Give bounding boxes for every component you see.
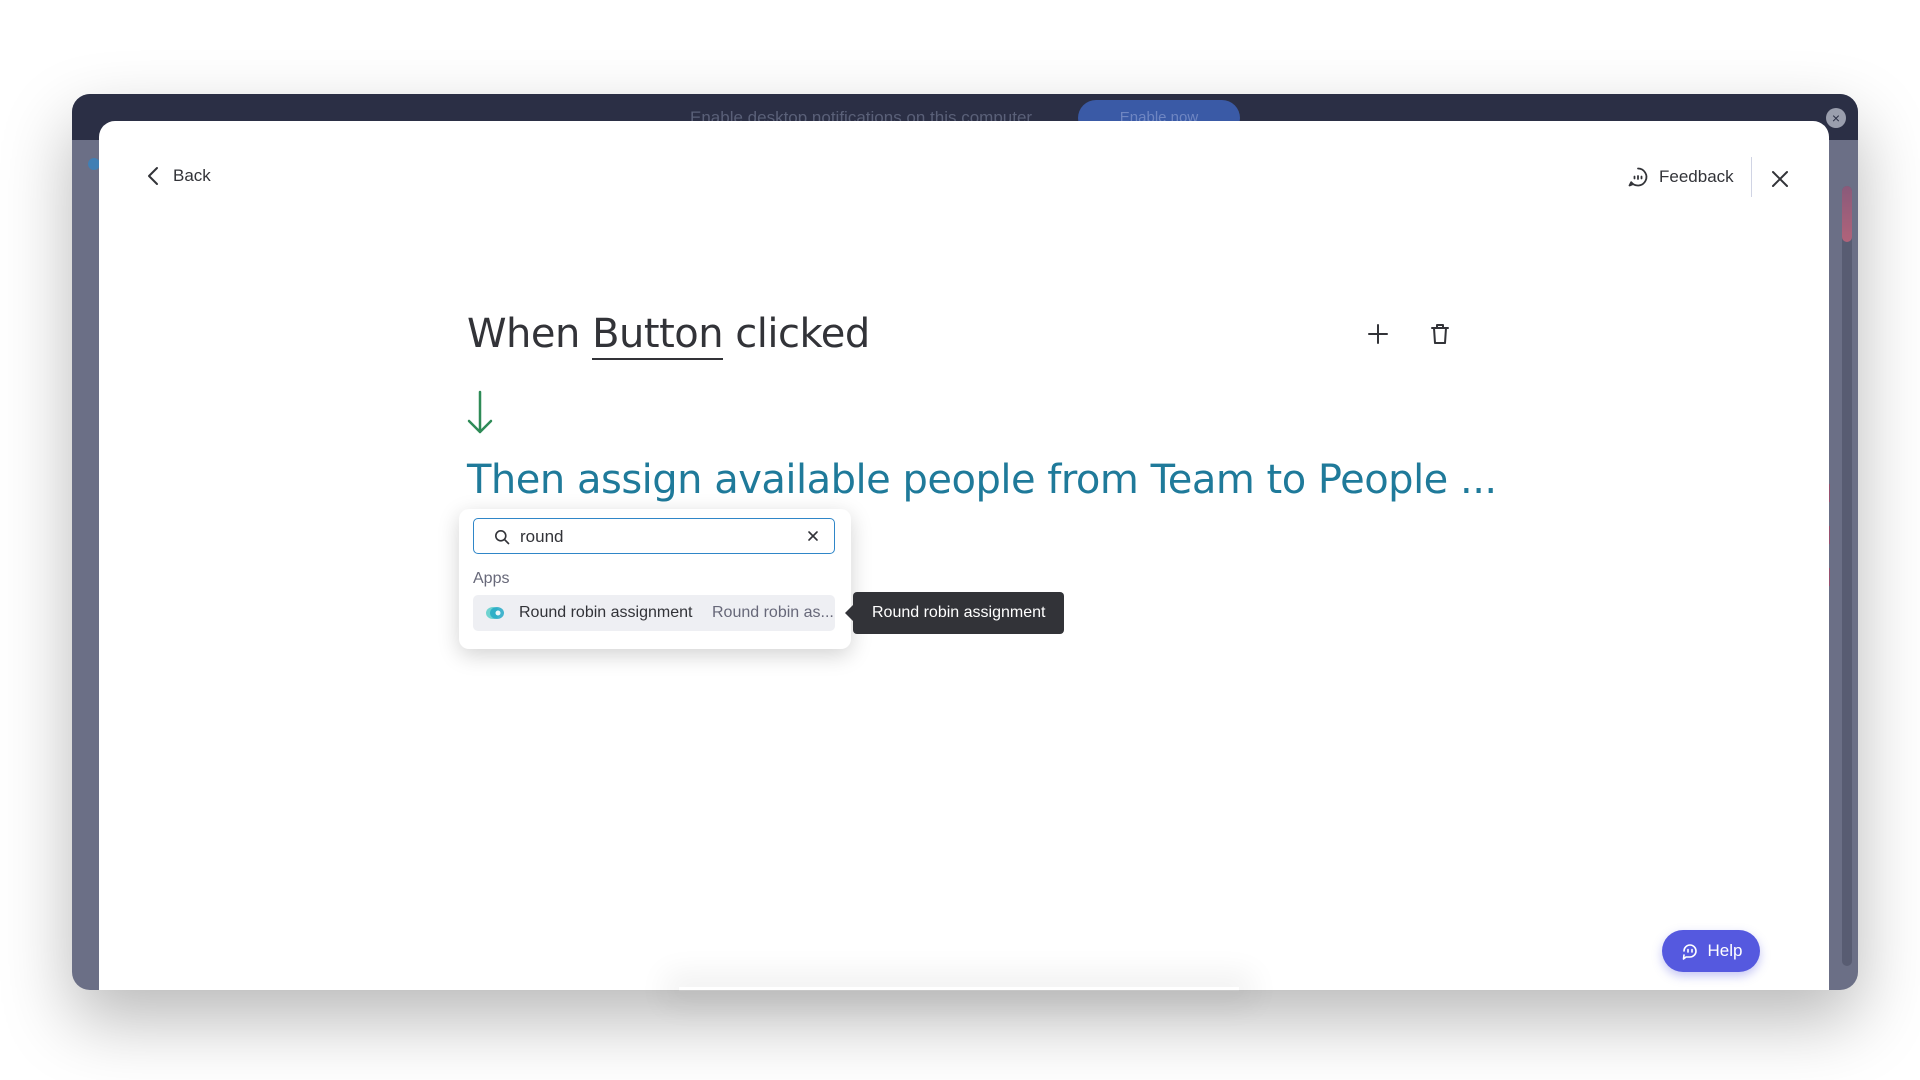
clear-icon[interactable] bbox=[806, 529, 820, 543]
close-modal-button[interactable] bbox=[1766, 165, 1794, 193]
result-app-name: Round robin assignment bbox=[519, 604, 693, 621]
plus-icon bbox=[1368, 324, 1388, 344]
result-app-description: Round robin as... bbox=[712, 604, 834, 621]
feedback-label: Feedback bbox=[1659, 167, 1734, 186]
delete-trigger-button[interactable] bbox=[1423, 317, 1457, 351]
trigger-sentence: When Button clicked bbox=[467, 311, 870, 360]
app-search-dropdown: Apps Round robin assignment Round robin … bbox=[459, 509, 851, 649]
help-button[interactable]: Help bbox=[1662, 930, 1760, 972]
tooltip-arrow bbox=[845, 605, 853, 621]
trigger-suffix: clicked bbox=[735, 311, 870, 357]
help-icon bbox=[1682, 944, 1697, 960]
trash-icon bbox=[1431, 324, 1449, 344]
tooltip-text: Round robin assignment bbox=[872, 604, 1046, 621]
background-scrollbar[interactable] bbox=[1842, 186, 1852, 966]
feedback-button[interactable]: Feedback bbox=[1627, 166, 1734, 188]
header-divider bbox=[1751, 157, 1752, 197]
feedback-icon bbox=[1628, 167, 1648, 187]
search-icon bbox=[495, 530, 510, 545]
arrow-down-icon bbox=[467, 390, 493, 434]
search-result-item[interactable]: Round robin assignment Round robin as... bbox=[473, 595, 835, 631]
bottom-panel-shadow bbox=[679, 987, 1239, 991]
back-button[interactable]: Back bbox=[145, 166, 211, 186]
help-label: Help bbox=[1707, 941, 1743, 960]
search-box[interactable] bbox=[473, 518, 835, 555]
chevron-left-icon bbox=[148, 167, 158, 185]
section-label-apps: Apps bbox=[473, 570, 510, 587]
action-sentence[interactable]: Then assign available people from Team t… bbox=[467, 457, 1497, 503]
background-scrollbar-thumb[interactable] bbox=[1842, 186, 1852, 242]
close-icon bbox=[1772, 171, 1788, 187]
round-robin-app-logo bbox=[486, 607, 504, 619]
trigger-prefix: When bbox=[467, 311, 580, 357]
add-condition-button[interactable] bbox=[1361, 317, 1395, 351]
trigger-token-button[interactable]: Button bbox=[592, 311, 724, 360]
notification-close-icon[interactable]: × bbox=[1826, 108, 1846, 128]
automation-editor-modal: Back Feedback When Button clicked Then a… bbox=[99, 121, 1829, 990]
back-label: Back bbox=[173, 166, 211, 185]
tooltip: Round robin assignment bbox=[845, 592, 1065, 634]
search-input[interactable] bbox=[518, 519, 792, 555]
